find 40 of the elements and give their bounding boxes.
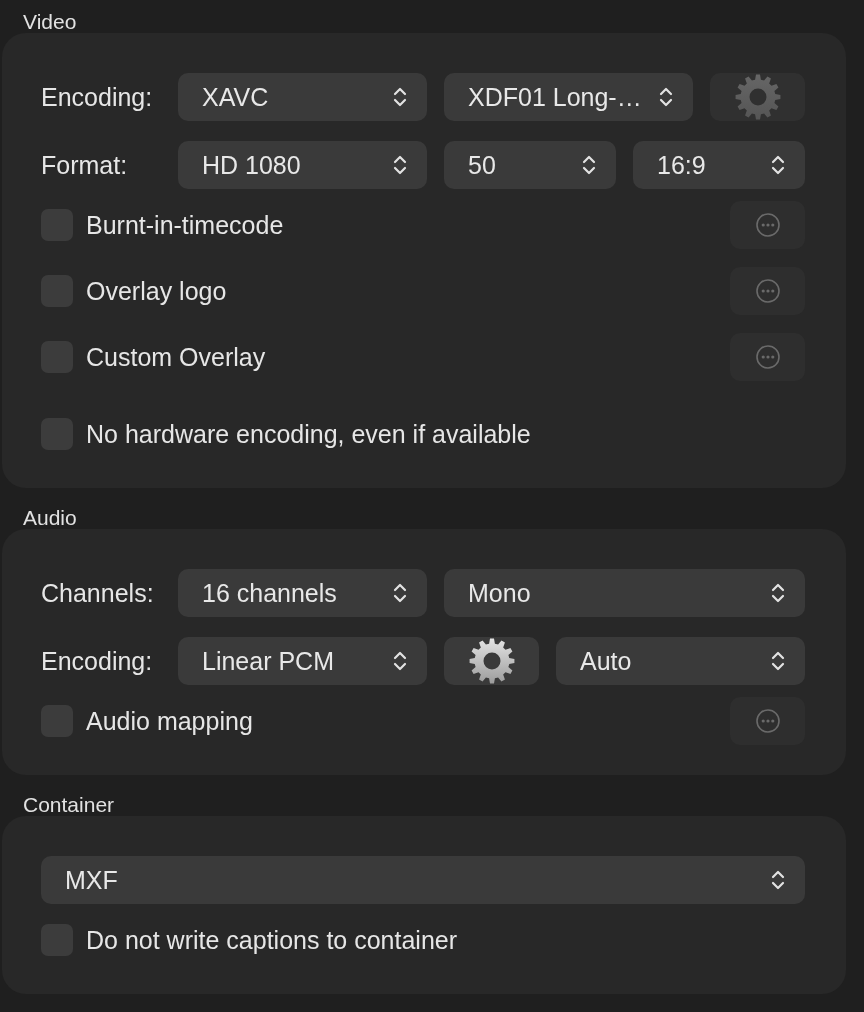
ellipsis-icon bbox=[755, 345, 780, 369]
checkbox-label: No hardware encoding, even if available bbox=[86, 419, 531, 449]
field-label: Format: bbox=[41, 150, 128, 180]
dropdown[interactable]: Linear PCM bbox=[178, 637, 427, 685]
chevron-up-down-icon bbox=[393, 153, 407, 177]
field-label: Channels: bbox=[41, 578, 154, 608]
checkbox-label: Custom Overlay bbox=[86, 342, 266, 372]
ellipsis-icon bbox=[755, 213, 780, 237]
dropdown[interactable]: 50 bbox=[444, 141, 616, 189]
chevron-up-down-icon bbox=[393, 649, 407, 673]
chevron-up-down-icon bbox=[582, 153, 596, 177]
dropdown[interactable]: XDF01 Long-… bbox=[444, 73, 693, 121]
gear-icon bbox=[468, 638, 515, 684]
field-label: Encoding: bbox=[41, 646, 153, 676]
dropdown[interactable]: Mono bbox=[444, 569, 805, 617]
chevron-up-down-icon bbox=[393, 581, 407, 605]
section-title: Container bbox=[22, 794, 115, 816]
chevron-up-down-icon bbox=[771, 581, 785, 605]
section-title: Video bbox=[22, 11, 77, 33]
ellipsis-icon bbox=[755, 709, 780, 733]
chevron-up-down-icon bbox=[393, 85, 407, 109]
chevron-up-down-icon bbox=[771, 868, 785, 892]
dropdown[interactable]: Auto bbox=[556, 637, 805, 685]
checkbox-label: Audio mapping bbox=[86, 706, 253, 736]
chevron-up-down-icon bbox=[771, 649, 785, 673]
checkbox-label: Overlay logo bbox=[86, 276, 227, 306]
dropdown[interactable]: 16:9 bbox=[633, 141, 805, 189]
ellipsis-icon bbox=[755, 279, 780, 303]
dropdown[interactable]: MXF bbox=[41, 856, 805, 904]
settings-button[interactable] bbox=[444, 637, 539, 685]
dropdown[interactable]: XAVC bbox=[178, 73, 427, 121]
chevron-up-down-icon bbox=[659, 85, 673, 109]
dropdown[interactable]: HD 1080 bbox=[178, 141, 427, 189]
chevron-up-down-icon bbox=[771, 153, 785, 177]
checkbox-label: Do not write captions to container bbox=[86, 925, 458, 955]
section-title: Audio bbox=[22, 507, 77, 529]
dropdown[interactable]: 16 channels bbox=[178, 569, 427, 617]
checkbox-label: Burnt-in-timecode bbox=[86, 210, 284, 240]
gear-icon bbox=[734, 74, 781, 120]
field-label: Encoding: bbox=[41, 82, 153, 112]
